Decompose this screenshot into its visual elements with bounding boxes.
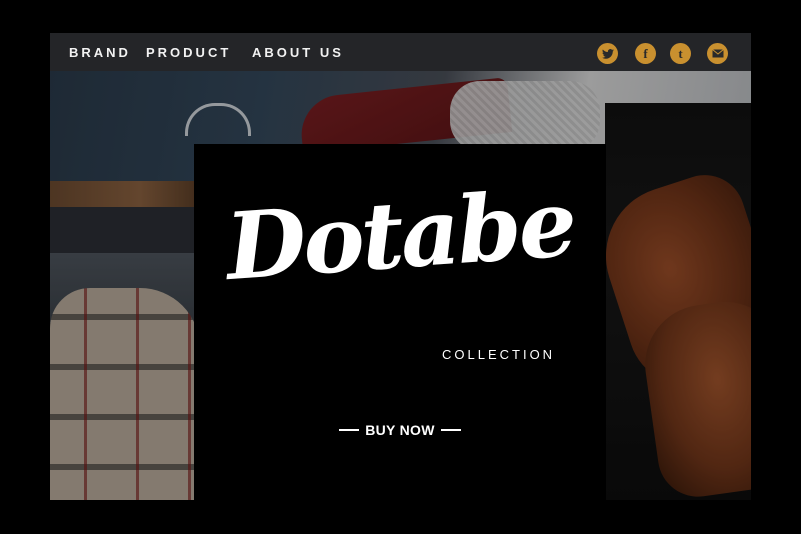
tumblr-glyph: t — [678, 45, 683, 61]
buy-now-button[interactable]: BUY NOW — [194, 422, 606, 438]
page-frame: BRAND PRODUCT ABOUT US f t Dotabe COLLEC… — [50, 33, 751, 500]
facebook-glyph: f — [643, 45, 648, 61]
buy-now-label: BUY NOW — [365, 422, 435, 438]
top-nav: BRAND PRODUCT ABOUT US f t — [50, 33, 751, 71]
tumblr-icon[interactable]: t — [670, 43, 691, 64]
divider-left — [339, 429, 360, 431]
collection-subtitle: COLLECTION — [442, 347, 556, 362]
hero-panel: Dotabe COLLECTION BUY NOW — [194, 144, 606, 500]
divider-right — [440, 429, 461, 431]
brand-logo: Dotabe — [222, 168, 578, 302]
facebook-icon[interactable]: f — [635, 43, 656, 64]
nav-product[interactable]: PRODUCT — [146, 45, 231, 60]
mail-icon[interactable] — [707, 43, 728, 64]
nav-brand[interactable]: BRAND — [69, 45, 131, 60]
twitter-icon[interactable] — [597, 43, 618, 64]
nav-about-us[interactable]: ABOUT US — [252, 45, 344, 60]
